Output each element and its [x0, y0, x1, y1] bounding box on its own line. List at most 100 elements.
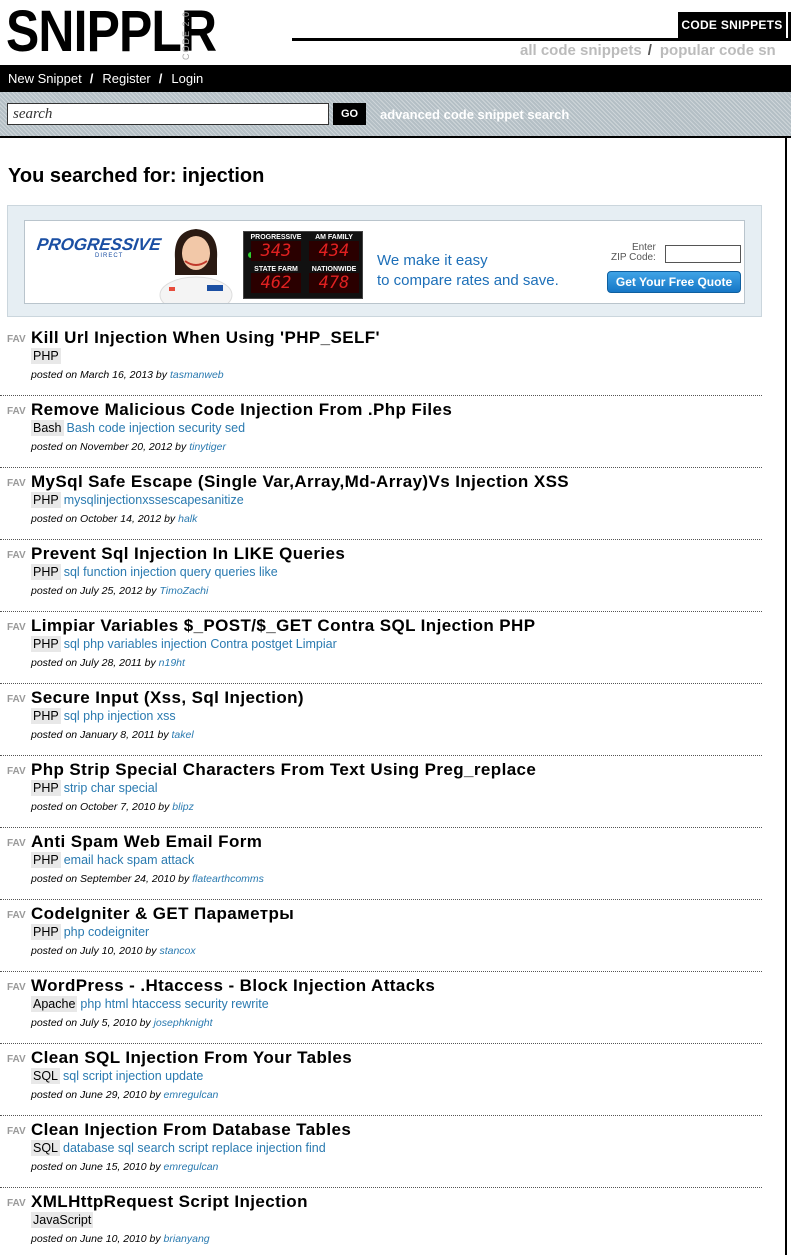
- language-badge[interactable]: PHP: [31, 780, 61, 796]
- tag-links[interactable]: sql function injection query queries lik…: [64, 565, 278, 579]
- author-link[interactable]: brianyang: [164, 1233, 210, 1245]
- tag-links[interactable]: php codeigniter: [64, 925, 149, 939]
- result-tags: JavaScript: [31, 1212, 96, 1228]
- tag-links[interactable]: php html htaccess security rewrite: [80, 997, 268, 1011]
- fav-button[interactable]: FAV: [7, 910, 26, 921]
- language-badge[interactable]: Bash: [31, 420, 64, 436]
- author-link[interactable]: tinytiger: [189, 441, 226, 453]
- language-badge[interactable]: PHP: [31, 348, 61, 364]
- result-tags: PHP php codeigniter: [31, 924, 149, 940]
- fav-button[interactable]: FAV: [7, 622, 26, 633]
- language-badge[interactable]: PHP: [31, 708, 61, 724]
- result-title-link[interactable]: Kill Url Injection When Using 'PHP_SELF': [31, 328, 380, 348]
- fav-button[interactable]: FAV: [7, 478, 26, 489]
- result-title-link[interactable]: WordPress - .Htaccess - Block Injection …: [31, 976, 435, 996]
- site-header: SNIPPLR CODE 2.0 CODE SNIPPETS all code …: [0, 0, 791, 65]
- tag-links[interactable]: strip char special: [64, 781, 158, 795]
- ad-rate-value: 462: [251, 273, 301, 293]
- author-link[interactable]: halk: [178, 513, 197, 525]
- language-badge[interactable]: SQL: [31, 1140, 61, 1156]
- ad-rate-value: 343: [251, 241, 301, 261]
- posted-date: posted on July 25, 2012 by: [31, 585, 157, 597]
- fav-button[interactable]: FAV: [7, 406, 26, 417]
- ad-rate-cell: STATE FARM 462: [248, 266, 304, 296]
- result-item: FAV WordPress - .Htaccess - Block Inject…: [0, 972, 762, 1044]
- tag-links[interactable]: database sql search script replace injec…: [63, 1141, 326, 1155]
- new-snippet-link[interactable]: New Snippet: [8, 71, 82, 86]
- ad-content[interactable]: PROGRESSIVE DIRECT PROGRESSIVE 343 AM FA…: [24, 220, 745, 304]
- posted-date: posted on October 7, 2010 by: [31, 801, 170, 813]
- tag-links[interactable]: Bash code injection security sed: [67, 421, 246, 435]
- nav-separator: /: [89, 71, 94, 86]
- author-link[interactable]: tasmanweb: [170, 369, 224, 381]
- result-title-link[interactable]: Clean Injection From Database Tables: [31, 1120, 351, 1140]
- tag-links[interactable]: email hack spam attack: [64, 853, 195, 867]
- posted-date: posted on June 15, 2010 by: [31, 1161, 161, 1173]
- result-meta: posted on March 16, 2013 by tasmanweb: [31, 369, 224, 381]
- fav-button[interactable]: FAV: [7, 982, 26, 993]
- result-title-link[interactable]: CodeIgniter & GET Параметры: [31, 904, 294, 924]
- content-right-border: [785, 138, 787, 1255]
- author-link[interactable]: takel: [172, 729, 194, 741]
- fav-button[interactable]: FAV: [7, 694, 26, 705]
- ad-spokeswoman-image: [159, 229, 233, 303]
- language-badge[interactable]: PHP: [31, 564, 61, 580]
- result-title-link[interactable]: Limpiar Variables $_POST/$_GET Contra SQ…: [31, 616, 535, 636]
- result-item: FAV Limpiar Variables $_POST/$_GET Contr…: [0, 612, 762, 684]
- register-link[interactable]: Register: [102, 71, 150, 86]
- subnav-all-snippets[interactable]: all code snippets: [520, 42, 642, 59]
- language-badge[interactable]: PHP: [31, 852, 61, 868]
- fav-button[interactable]: FAV: [7, 550, 26, 561]
- language-badge[interactable]: JavaScript: [31, 1212, 94, 1228]
- result-title-link[interactable]: Secure Input (Xss, Sql Injection): [31, 688, 304, 708]
- language-badge[interactable]: SQL: [31, 1068, 61, 1084]
- fav-button[interactable]: FAV: [7, 766, 26, 777]
- result-title-link[interactable]: Remove Malicious Code Injection From .Ph…: [31, 400, 452, 420]
- ad-logo: PROGRESSIVE: [35, 235, 163, 254]
- search-input[interactable]: [7, 103, 329, 125]
- fav-button[interactable]: FAV: [7, 1126, 26, 1137]
- ad-quote-button[interactable]: Get Your Free Quote: [607, 271, 741, 293]
- result-title-link[interactable]: Prevent Sql Injection In LIKE Queries: [31, 544, 345, 564]
- results-list: FAV Kill Url Injection When Using 'PHP_S…: [0, 324, 762, 1255]
- language-badge[interactable]: PHP: [31, 636, 61, 652]
- ad-rate-cell: PROGRESSIVE 343: [248, 234, 304, 264]
- author-link[interactable]: flatearthcomms: [192, 873, 264, 885]
- posted-date: posted on June 29, 2010 by: [31, 1089, 161, 1101]
- result-tags: PHP sql php injection xss: [31, 708, 176, 724]
- fav-button[interactable]: FAV: [7, 838, 26, 849]
- fav-button[interactable]: FAV: [7, 1054, 26, 1065]
- tab-code-snippets[interactable]: CODE SNIPPETS: [678, 12, 786, 39]
- author-link[interactable]: TimoZachi: [159, 585, 208, 597]
- result-meta: posted on September 24, 2010 by flateart…: [31, 873, 264, 885]
- result-title-link[interactable]: MySql Safe Escape (Single Var,Array,Md-A…: [31, 472, 569, 492]
- fav-button[interactable]: FAV: [7, 1198, 26, 1209]
- search-go-button[interactable]: GO: [333, 103, 366, 125]
- result-title-link[interactable]: XMLHttpRequest Script Injection: [31, 1192, 308, 1212]
- author-link[interactable]: blipz: [172, 801, 194, 813]
- language-badge[interactable]: PHP: [31, 924, 61, 940]
- login-link[interactable]: Login: [171, 71, 203, 86]
- language-badge[interactable]: Apache: [31, 996, 78, 1012]
- author-link[interactable]: emregulcan: [164, 1161, 219, 1173]
- author-link[interactable]: stancox: [159, 945, 195, 957]
- tag-links[interactable]: sql script injection update: [63, 1069, 203, 1083]
- search-bar: GO advanced code snippet search: [0, 92, 791, 138]
- subnav-popular-snippets[interactable]: popular code sn: [660, 42, 776, 59]
- result-meta: posted on June 29, 2010 by emregulcan: [31, 1089, 218, 1101]
- result-tags: PHP mysqlinjectionxssescapesanitize: [31, 492, 244, 508]
- result-title-link[interactable]: Anti Spam Web Email Form: [31, 832, 262, 852]
- tag-links[interactable]: sql php injection xss: [64, 709, 176, 723]
- result-item: FAV CodeIgniter & GET Параметры PHP php c…: [0, 900, 762, 972]
- advanced-search-link[interactable]: advanced code snippet search: [380, 107, 569, 122]
- fav-button[interactable]: FAV: [7, 334, 26, 345]
- tag-links[interactable]: mysqlinjectionxssescapesanitize: [64, 493, 244, 507]
- ad-zip-input[interactable]: [665, 245, 741, 263]
- result-title-link[interactable]: Php Strip Special Characters From Text U…: [31, 760, 536, 780]
- tag-links[interactable]: sql php variables injection Contra postg…: [64, 637, 337, 651]
- author-link[interactable]: n19ht: [159, 657, 185, 669]
- author-link[interactable]: emregulcan: [164, 1089, 219, 1101]
- result-title-link[interactable]: Clean SQL Injection From Your Tables: [31, 1048, 352, 1068]
- language-badge[interactable]: PHP: [31, 492, 61, 508]
- author-link[interactable]: josephknight: [154, 1017, 213, 1029]
